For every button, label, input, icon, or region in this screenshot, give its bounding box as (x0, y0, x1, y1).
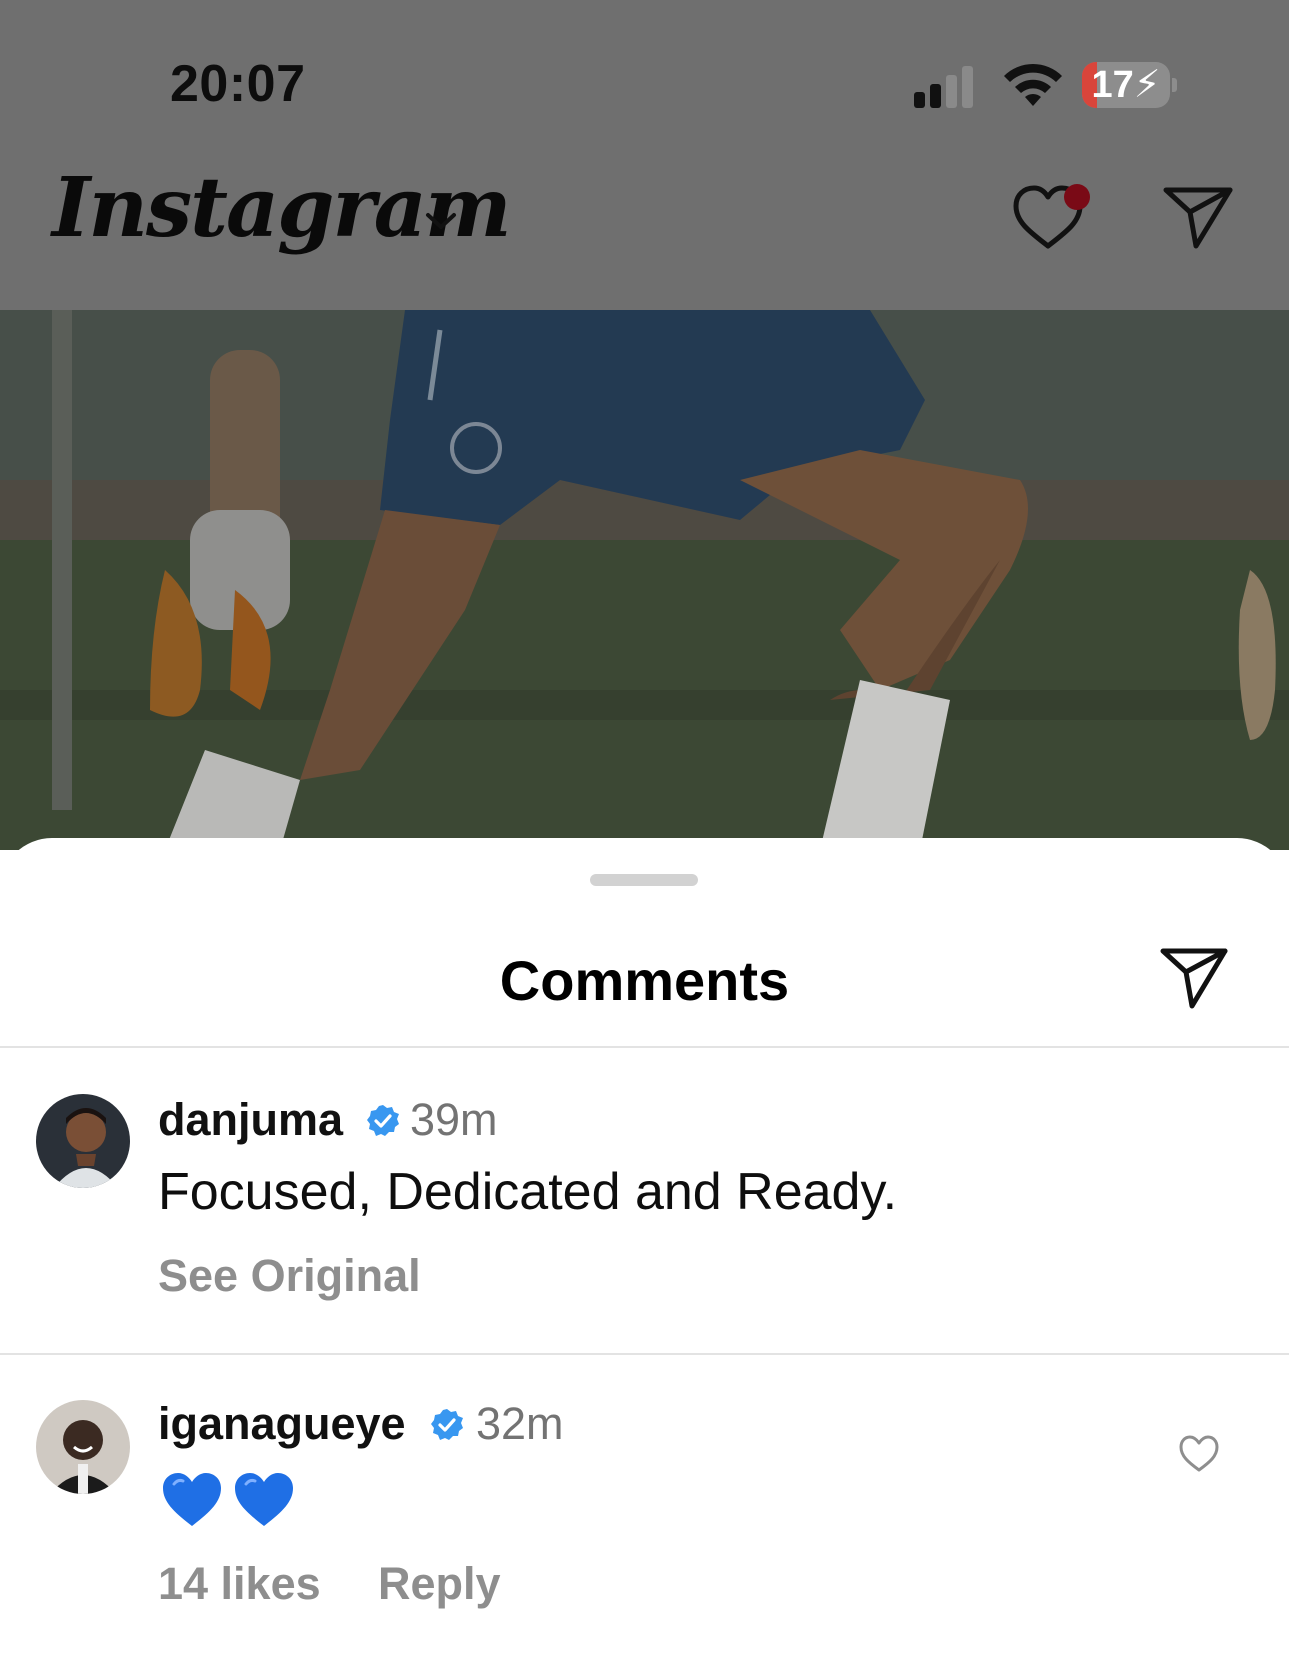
verified-badge-icon (367, 1105, 399, 1136)
comments-sheet: Comments danjuma 39m Focused, Dedicated … (0, 838, 1289, 1664)
post-photo-illustration (0, 310, 1289, 850)
sheet-title: Comments (499, 949, 790, 1012)
comment-text: Focused, Dedicated and Ready. (158, 1163, 898, 1221)
cellular-signal-icon (914, 64, 980, 108)
notification-dot (1064, 184, 1090, 210)
battery-indicator: 17⚡ (1082, 62, 1170, 108)
direct-messages-icon[interactable] (1160, 184, 1236, 252)
status-time: 20:07 (170, 55, 306, 113)
blue-heart-emoji-icon (163, 1473, 221, 1526)
comment-likes-count[interactable]: 14 likes (158, 1558, 321, 1610)
sheet-header-divider (0, 1046, 1289, 1048)
verified-badge-icon (431, 1409, 463, 1440)
battery-level: 17 (1091, 64, 1134, 106)
blue-heart-emoji-icon (235, 1473, 293, 1526)
wifi-icon (1004, 63, 1062, 106)
charging-bolt-icon: ⚡ (1133, 64, 1161, 106)
comment-timestamp: 32m (476, 1398, 564, 1449)
share-icon[interactable] (1158, 946, 1230, 1012)
comment-username[interactable]: danjuma (158, 1094, 343, 1146)
see-original-link[interactable]: See Original (158, 1250, 421, 1302)
reply-button[interactable]: Reply (378, 1558, 501, 1610)
instagram-logo[interactable]: Instagram (52, 160, 512, 256)
battery-nub (1172, 78, 1177, 92)
avatar[interactable] (36, 1094, 130, 1188)
sheet-grabber[interactable] (590, 874, 698, 886)
post-photo[interactable] (0, 310, 1289, 850)
chevron-down-icon[interactable] (424, 210, 458, 232)
like-heart-icon[interactable] (1178, 1434, 1220, 1474)
comment-divider (0, 1353, 1289, 1355)
dimmed-header-area: 20:07 17⚡ Instagram (0, 0, 1289, 310)
avatar[interactable] (36, 1400, 130, 1494)
comment-timestamp: 39m (410, 1094, 498, 1145)
comment-username[interactable]: iganagueye (158, 1398, 406, 1450)
